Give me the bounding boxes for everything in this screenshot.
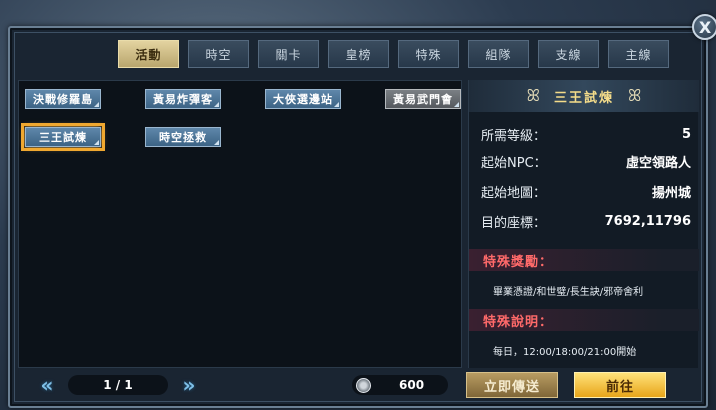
cloud-ornament-icon: ꕤ [628,86,642,105]
double-chevron-left-icon: « [40,373,54,397]
info-row-coords: 目的座標： 7692,11796 [481,211,691,231]
quest-list-panel: 決戰修羅島 黃易炸彈客 大俠選邊站 黃易武門會 三王試煉 時空拯救 [18,80,462,368]
info-header: ꕤ 三王試煉 ꕤ [469,80,699,112]
quest-item[interactable]: 決戰修羅島 [25,89,101,109]
cloud-ornament-icon: ꕤ [526,86,540,105]
info-value: 5 [681,126,691,142]
close-icon: X [698,17,712,37]
reward-text: 畢業憑證/和世璧/長生訣/邪帝舍利 [493,287,644,298]
description-text: 每日，12:00/18:00/21:00開始 [493,347,637,358]
quest-item-selected[interactable]: 三王試煉 [21,123,105,151]
info-label: 所需等級： [481,128,547,144]
reward-heading: 特殊獎勵： [469,249,699,271]
info-row-level: 所需等級： 5 [481,124,691,144]
quest-item[interactable]: 大俠選邊站 [265,89,341,109]
quest-info-panel: ꕤ 三王試煉 ꕤ 所需等級： 5 起始NPC： 虛空領路人 起始地圖： 揚州城 … [468,80,699,368]
info-label: 起始地圖： [481,185,547,201]
quest-item[interactable]: 時空拯救 [145,127,221,147]
info-value: 揚州城 [651,185,691,201]
info-title: 三王試煉 [553,90,614,106]
tab-team[interactable]: 組隊 [468,40,529,68]
info-row-map: 起始地圖： 揚州城 [481,181,691,201]
tab-activity[interactable]: 活動 [118,40,179,68]
tab-main-quest[interactable]: 主線 [608,40,669,68]
currency-display: 600 [352,375,448,395]
page-indicator: 1 / 1 [68,375,168,395]
description-heading: 特殊說明： [469,309,699,331]
tab-spacetime[interactable]: 時空 [188,40,249,68]
tab-stage[interactable]: 關卡 [258,40,319,68]
double-chevron-right-icon: » [182,373,196,397]
tab-special[interactable]: 特殊 [398,40,459,68]
category-tabs: 活動 時空 關卡 皇榜 特殊 組隊 支線 主線 [118,40,669,68]
close-button[interactable]: X [692,14,716,40]
info-value: 7692,11796 [604,213,691,229]
tab-imperial-list[interactable]: 皇榜 [328,40,389,68]
quest-item[interactable]: 黃易武門會 [385,89,461,109]
prev-page-button[interactable]: « [34,373,60,397]
coin-icon [356,377,371,393]
info-label: 起始NPC： [481,155,547,171]
quest-item[interactable]: 黃易炸彈客 [145,89,221,109]
info-value: 虛空領路人 [625,155,691,171]
tab-side-quest[interactable]: 支線 [538,40,599,68]
teleport-button[interactable]: 立即傳送 [466,372,558,398]
goto-button[interactable]: 前往 [574,372,666,398]
info-row-npc: 起始NPC： 虛空領路人 [481,151,691,171]
info-label: 目的座標： [481,215,547,231]
next-page-button[interactable]: » [176,373,202,397]
currency-value: 600 [399,378,425,392]
